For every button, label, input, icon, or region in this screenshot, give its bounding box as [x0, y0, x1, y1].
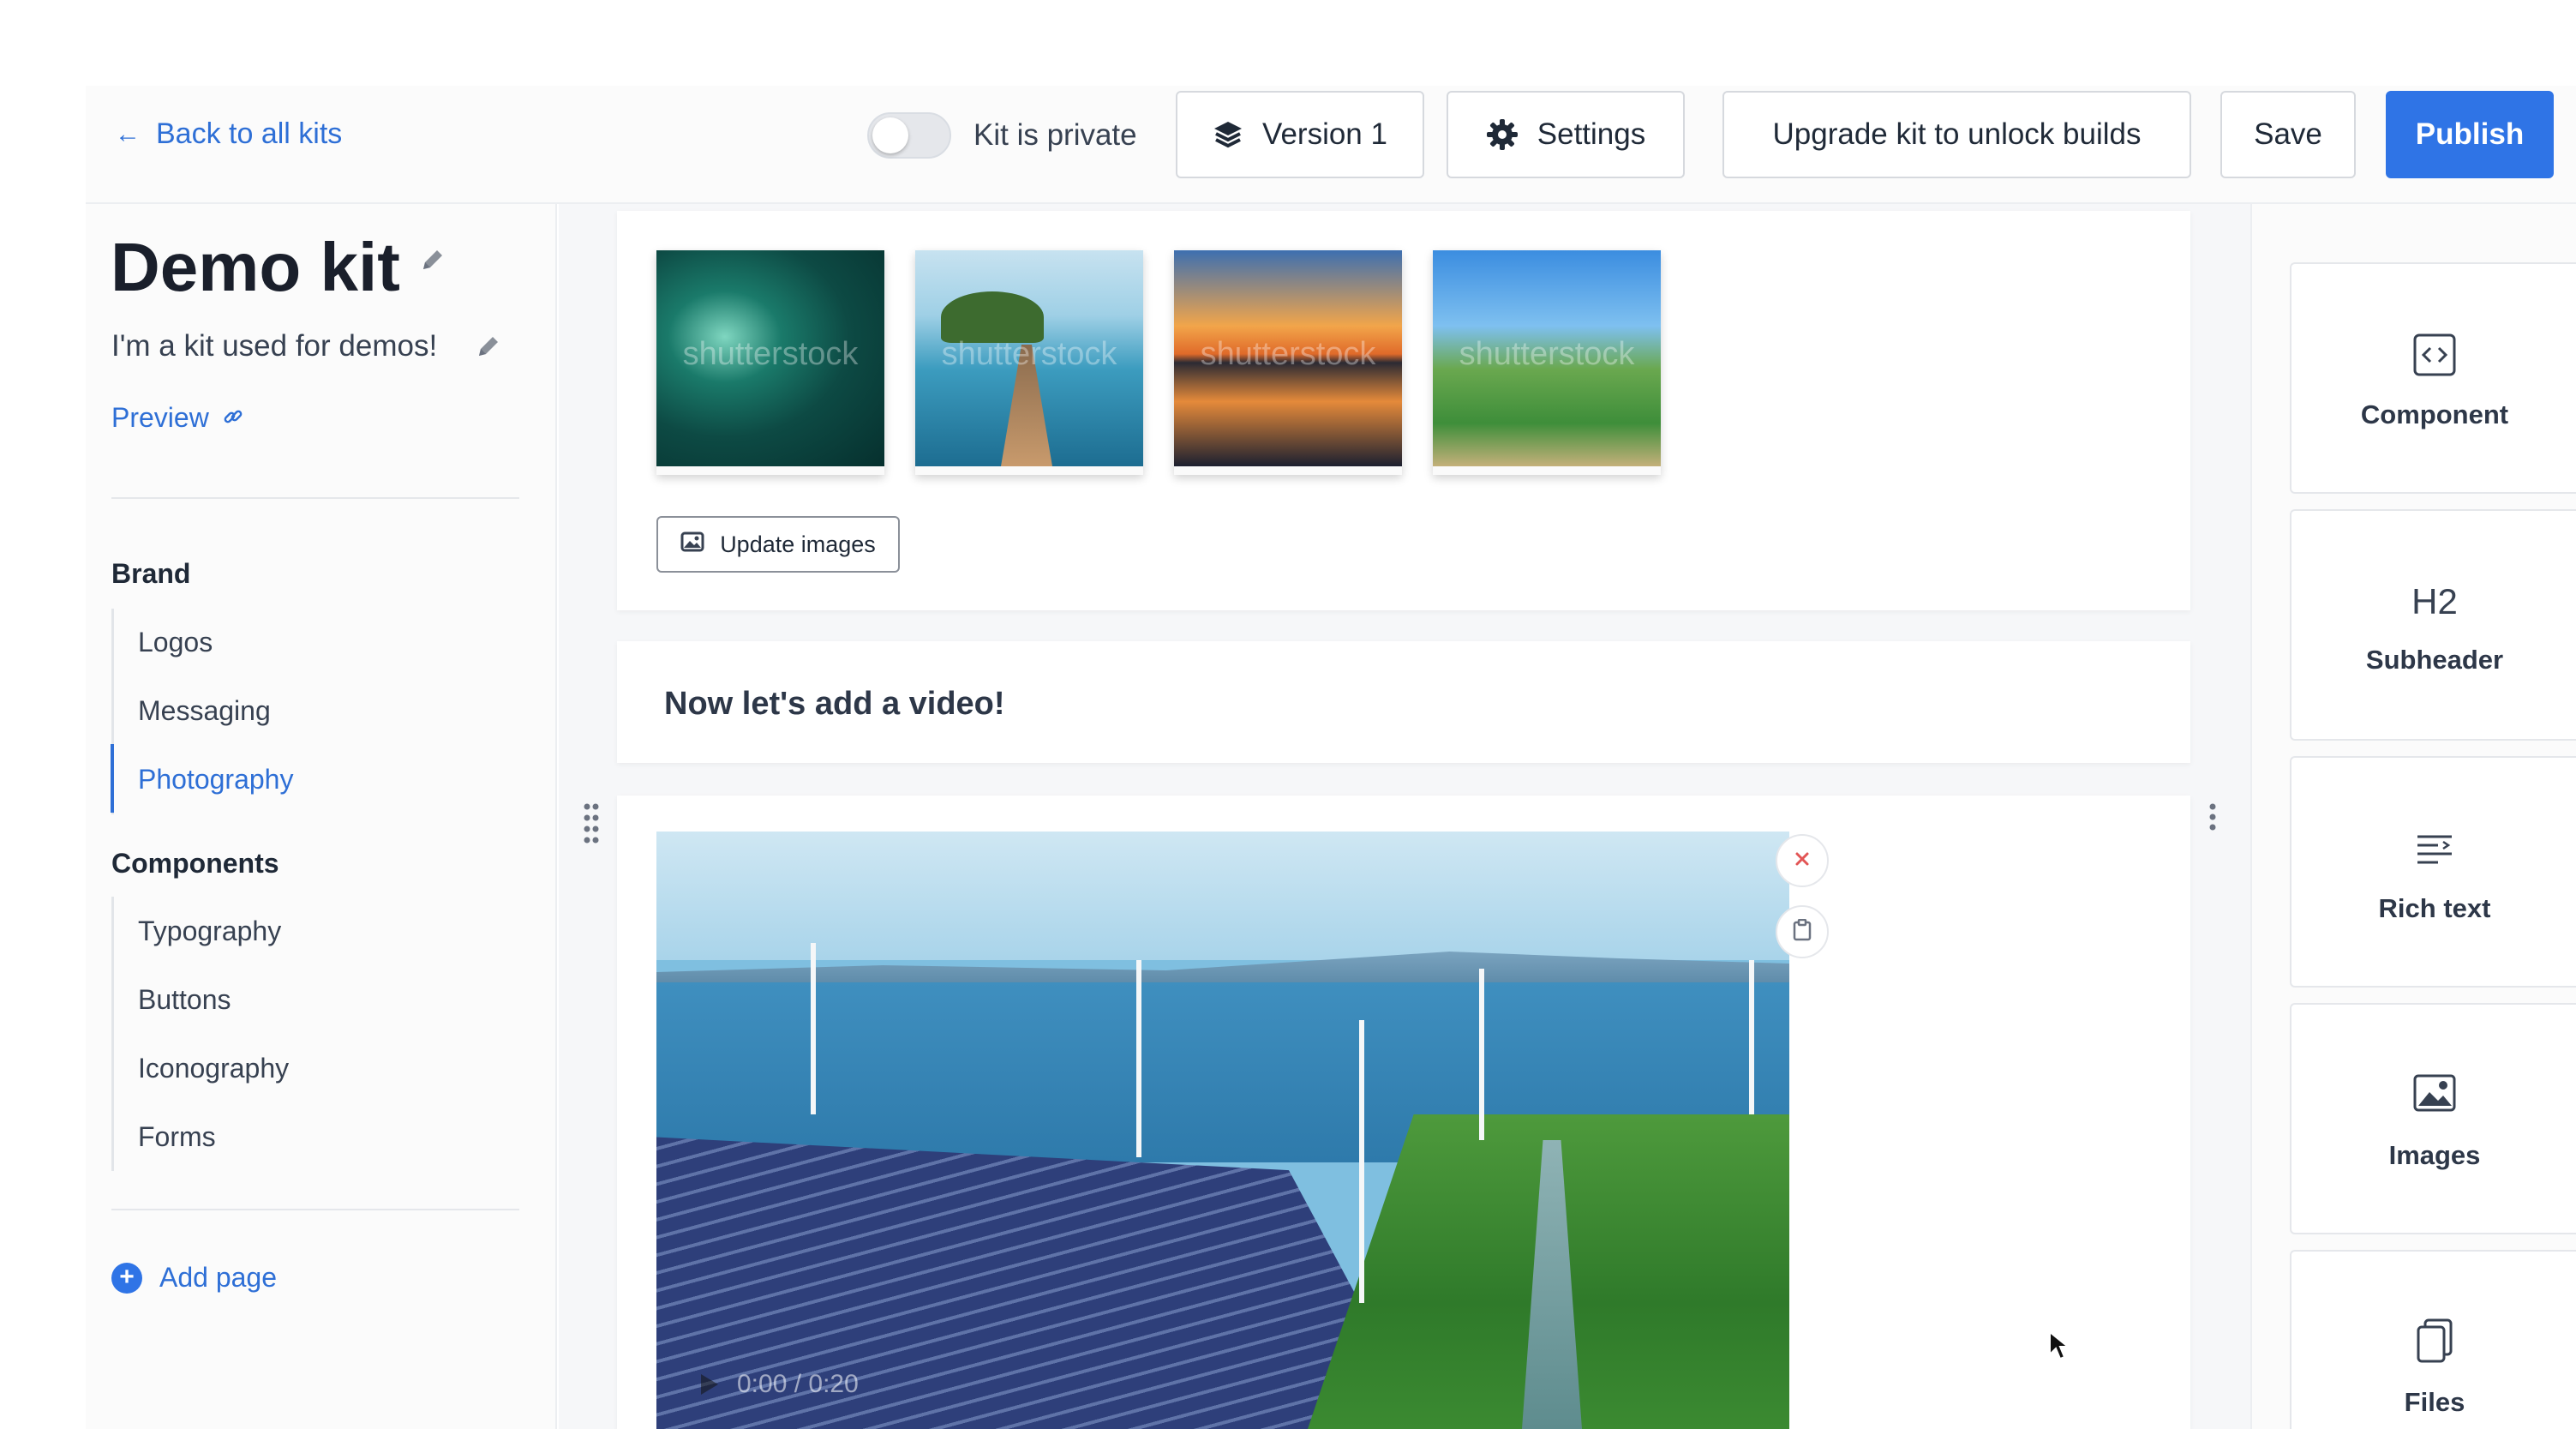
section-title-components: Components: [111, 848, 279, 879]
block-label: Images: [2388, 1140, 2481, 1170]
files-icon: [2291, 1318, 2576, 1365]
section-title-brand: Brand: [111, 558, 191, 589]
image-thumbnail-pier[interactable]: shutterstock: [915, 250, 1143, 475]
copy-video-button[interactable]: [1776, 905, 1829, 958]
upgrade-label: Upgrade kit to unlock builds: [1772, 117, 2142, 151]
plus-circle-icon: +: [111, 1262, 142, 1294]
more-options-icon[interactable]: [2208, 802, 2218, 836]
wind-turbine: [1359, 1020, 1364, 1303]
privacy-label: Kit is private: [973, 118, 1137, 152]
video-timecode: 0:00 / 0:20: [737, 1370, 859, 1398]
wind-turbine: [811, 943, 816, 1114]
close-icon: [1794, 850, 1811, 872]
sidebar-item-logos[interactable]: Logos: [138, 627, 213, 658]
remove-video-button[interactable]: [1776, 834, 1829, 887]
sidebar-divider: [111, 497, 519, 499]
play-icon[interactable]: [701, 1374, 718, 1395]
image-caption-strip: [656, 466, 884, 475]
sidebar-item-iconography[interactable]: Iconography: [138, 1053, 289, 1084]
wind-turbine: [1136, 960, 1141, 1157]
video-controls[interactable]: 0:00 / 0:20: [701, 1370, 859, 1399]
sidebar-item-buttons[interactable]: Buttons: [138, 984, 231, 1016]
watermark-text: shutterstock: [682, 336, 859, 372]
app-window: ← Back to all kits Kit is private Versio…: [0, 0, 2576, 1429]
settings-button[interactable]: Settings: [1447, 91, 1685, 178]
active-nav-indicator: [111, 744, 114, 813]
wind-turbine: [1479, 969, 1484, 1140]
link-icon: [223, 402, 243, 434]
back-to-kits-link[interactable]: ← Back to all kits: [115, 117, 342, 151]
rich-text-icon: [2291, 833, 2576, 864]
toggle-knob: [872, 117, 908, 153]
update-images-label: Update images: [720, 531, 876, 557]
image-thumbnail-meadow[interactable]: shutterstock: [1433, 250, 1661, 475]
version-button[interactable]: Version 1: [1176, 91, 1424, 178]
upgrade-kit-button[interactable]: Upgrade kit to unlock builds: [1722, 91, 2191, 178]
image-caption-strip: [1174, 466, 1402, 475]
video-player[interactable]: 0:00 / 0:20: [656, 832, 1789, 1429]
layers-icon: [1213, 120, 1243, 149]
watermark-text: shutterstock: [1200, 336, 1376, 372]
add-page-button[interactable]: + Add page: [111, 1262, 277, 1294]
block-files[interactable]: Files: [2290, 1250, 2576, 1429]
image-icon: [2291, 1073, 2576, 1113]
block-label: Subheader: [2365, 645, 2504, 675]
back-link-label: Back to all kits: [156, 117, 343, 150]
block-component[interactable]: Component: [2290, 262, 2576, 494]
watermark-text: shutterstock: [941, 336, 1117, 372]
save-label: Save: [2254, 117, 2322, 151]
update-images-button[interactable]: Update images: [656, 516, 900, 573]
image-caption-strip: [1433, 466, 1661, 475]
image-icon: [680, 531, 704, 558]
block-subheader[interactable]: H2 Subheader: [2290, 509, 2576, 741]
sidebar-item-forms[interactable]: Forms: [138, 1121, 216, 1153]
edit-description-pencil-icon[interactable]: [476, 333, 501, 363]
block-rich-text[interactable]: Rich text: [2290, 756, 2576, 988]
components-nav-rail: [111, 897, 114, 1171]
sidebar-item-photography[interactable]: Photography: [138, 764, 293, 796]
privacy-toggle[interactable]: [867, 112, 951, 159]
heading-block-text[interactable]: Now let's add a video!: [664, 686, 1005, 723]
sidebar-divider-bottom: [111, 1209, 519, 1210]
kit-description: I'm a kit used for demos!: [111, 329, 438, 363]
clipboard-icon: [1793, 918, 1812, 946]
block-label: Component: [2360, 399, 2509, 429]
gear-icon: [1486, 118, 1519, 151]
publish-label: Publish: [2415, 117, 2525, 151]
publish-button[interactable]: Publish: [2386, 91, 2554, 178]
add-page-label: Add page: [159, 1262, 278, 1293]
sidebar-item-typography[interactable]: Typography: [138, 916, 281, 947]
preview-link[interactable]: Preview: [111, 402, 243, 434]
mouse-cursor-icon: [2048, 1330, 2070, 1366]
block-images[interactable]: Images: [2290, 1003, 2576, 1234]
drag-handle-icon[interactable]: [583, 802, 600, 851]
block-label: Rich text: [2378, 893, 2491, 923]
video-sky: [656, 832, 1789, 960]
wind-turbine: [1749, 960, 1754, 1114]
code-brackets-icon: [2291, 333, 2576, 377]
image-thumbnail-ocean[interactable]: shutterstock: [656, 250, 884, 475]
preview-label: Preview: [111, 402, 209, 433]
watermark-text: shutterstock: [1459, 336, 1635, 372]
settings-label: Settings: [1537, 117, 1646, 151]
edit-title-pencil-icon[interactable]: [420, 247, 446, 277]
h2-icon: H2: [2411, 581, 2458, 621]
version-label: Version 1: [1262, 117, 1387, 151]
left-sidebar: [86, 204, 557, 1429]
block-label: Files: [2404, 1387, 2465, 1417]
sidebar-item-messaging[interactable]: Messaging: [138, 695, 271, 727]
kit-title: Demo kit: [111, 229, 400, 305]
image-caption-strip: [915, 466, 1143, 475]
save-button[interactable]: Save: [2220, 91, 2356, 178]
image-thumbnail-sunset[interactable]: shutterstock: [1174, 250, 1402, 475]
arrow-left-icon: ←: [115, 119, 141, 148]
